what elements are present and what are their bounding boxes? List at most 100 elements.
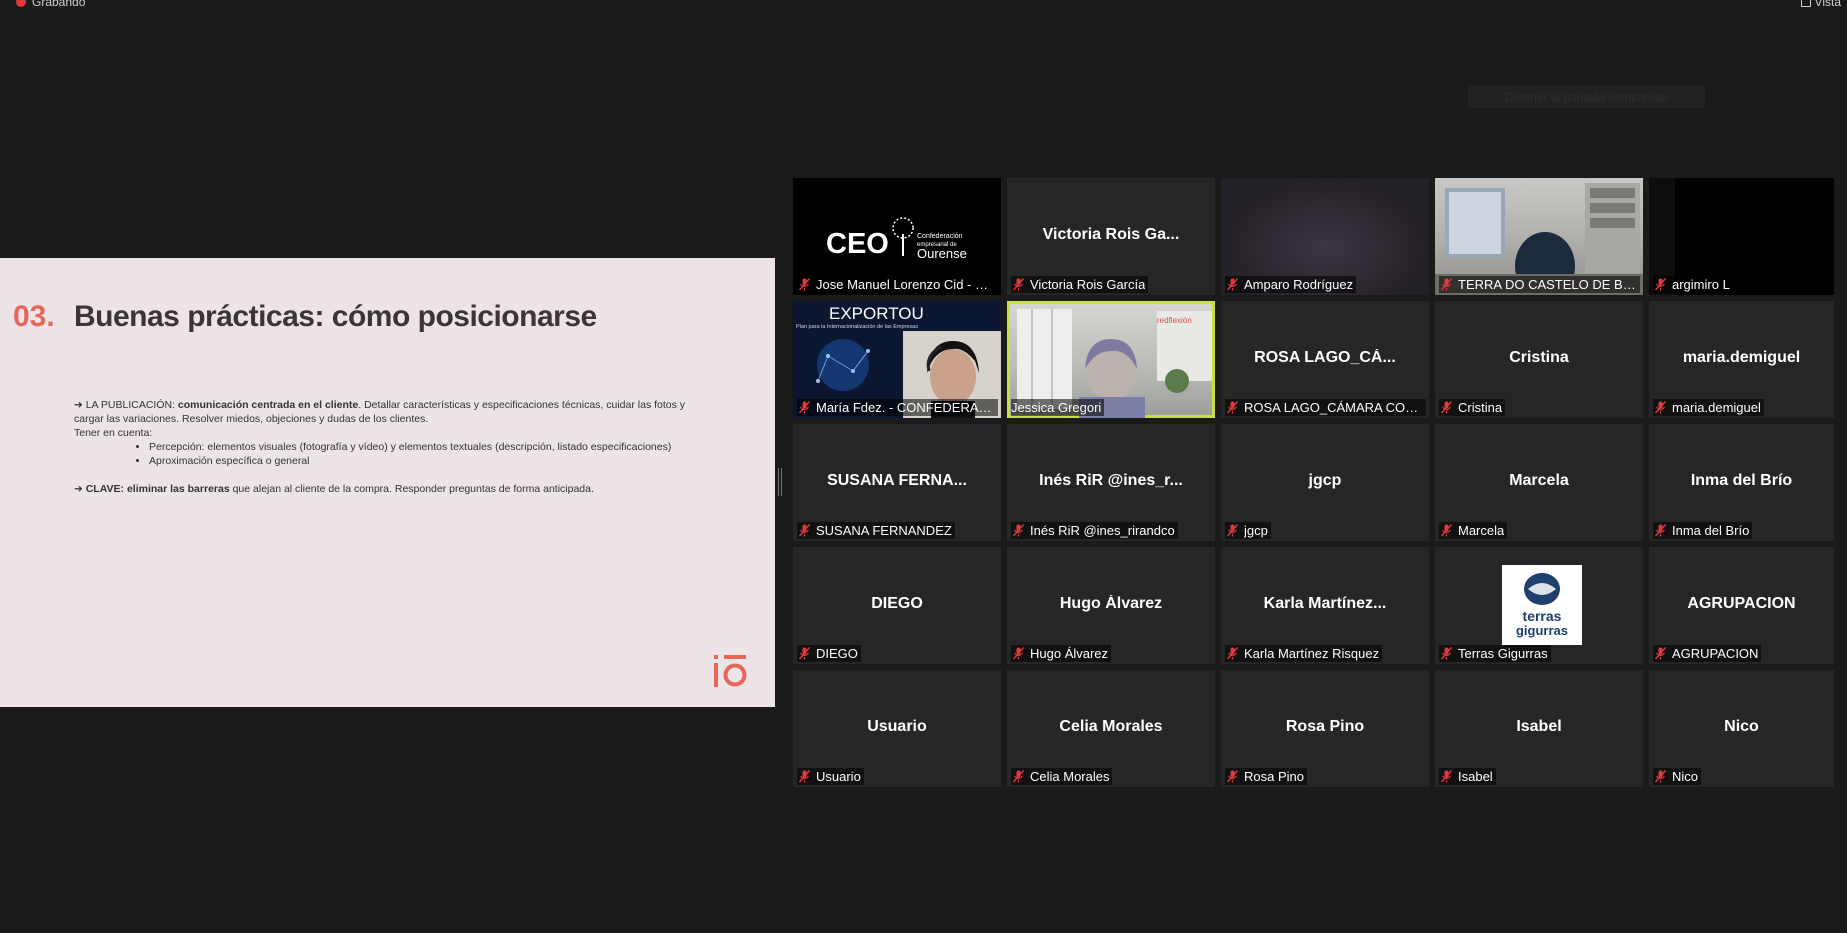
participant-display-name: maria.demiguel: [1682, 349, 1801, 366]
view-icon: [1800, 0, 1811, 7]
participant-name: argimiro L: [1653, 276, 1733, 293]
slide-number: 03.: [13, 300, 55, 333]
participant-tile[interactable]: Cristina Cristina: [1435, 301, 1643, 418]
slide-bullets: Percepción: elementos visuales (fotograf…: [74, 440, 694, 468]
participant-tile[interactable]: Isabel Isabel: [1435, 670, 1643, 787]
participant-display-name: Rosa Pino: [1285, 718, 1365, 735]
mic-muted-icon: [1227, 524, 1238, 537]
exportou-logo-sub: Plan para la Internacionalización de las…: [796, 324, 918, 330]
participant-tile[interactable]: Hugo Álvarez Hugo Álvarez: [1007, 547, 1215, 664]
participant-name: Inés RiR @ines_rirandco: [1011, 522, 1178, 539]
participant-display-name: Cristina: [1509, 349, 1569, 366]
recording-indicator[interactable]: Grabando: [16, 0, 85, 9]
participant-display-name: jgcp: [1308, 472, 1342, 489]
mic-muted-icon: [1013, 278, 1024, 291]
mic-muted-icon: [1655, 278, 1666, 291]
participant-display-name: Inés RiR @ines_r...: [1039, 472, 1183, 489]
slide-bullet: Aproximación específica o general: [149, 454, 694, 468]
participant-name: Cristina: [1439, 399, 1506, 416]
view-label: Vista: [1814, 0, 1841, 9]
participant-tile[interactable]: Karla Martínez... Karla Martínez Risquez: [1221, 547, 1429, 664]
io-logo: [712, 653, 748, 689]
participant-display-name: Inma del Brío: [1690, 472, 1793, 489]
participant-name: DIEGO: [797, 645, 861, 662]
participant-tile[interactable]: CEO Confederación empresarial de Ourense…: [793, 178, 1001, 295]
mic-muted-icon: [1655, 770, 1666, 783]
participant-display-name: Nico: [1724, 718, 1759, 735]
participant-tile[interactable]: Marcela Marcela: [1435, 424, 1643, 541]
slide-body: ➜ LA PUBLICACIÓN: comunicación centrada …: [74, 398, 694, 496]
participant-display-name: Victoria Rois Ga...: [1042, 226, 1180, 243]
slide-bullet: Percepción: elementos visuales (fotograf…: [149, 440, 694, 454]
mic-muted-icon: [1227, 401, 1238, 414]
participant-tile[interactable]: AGRUPACION AGRUPACION: [1649, 547, 1834, 664]
participant-name: Amparo Rodríguez: [1225, 276, 1357, 293]
participant-tile[interactable]: Inma del Brío Inma del Brío: [1649, 424, 1834, 541]
participant-name: SUSANA FERNANDEZ: [797, 522, 955, 539]
participant-name: Nico: [1653, 768, 1702, 785]
participant-tile[interactable]: Rosa Pino Rosa Pino: [1221, 670, 1429, 787]
view-button[interactable]: Vista: [1800, 0, 1841, 9]
participant-tile[interactable]: Celia Morales Celia Morales: [1007, 670, 1215, 787]
recording-icon: [16, 0, 26, 7]
participant-name: Marcela: [1439, 522, 1508, 539]
mic-muted-icon: [1441, 647, 1452, 660]
mic-muted-icon: [1655, 647, 1666, 660]
ceo-logo-text: CEO: [826, 228, 889, 260]
mic-muted-icon: [1441, 524, 1452, 537]
mic-muted-icon: [1441, 278, 1452, 291]
p1-prefix: ➜ LA PUBLICACIÓN:: [74, 399, 178, 411]
slide-paragraph-2: Tener en cuenta:: [74, 427, 153, 439]
recording-label: Grabando: [32, 0, 86, 9]
p3-rest: que alejan al cliente de la compra. Resp…: [229, 483, 594, 495]
participant-tile[interactable]: maria.demiguel maria.demiguel: [1649, 301, 1834, 418]
participant-tile[interactable]: EXPORTOU Plan para la Internacionalizaci…: [793, 301, 1001, 418]
slide-paragraph-3: ➜ CLAVE: eliminar las barreras que aleja…: [74, 482, 694, 496]
participant-name: AGRUPACION: [1653, 645, 1762, 662]
participant-display-name: Usuario: [867, 718, 927, 735]
participant-tile[interactable]: ROSA LAGO_CÁ... ROSA LAGO_CÁMARA COME...: [1221, 301, 1429, 418]
svg-text:terras: terras: [1523, 608, 1562, 624]
participant-tile-active-speaker[interactable]: redflexión Jessica Gregori: [1007, 301, 1215, 418]
participant-tile[interactable]: Victoria Rois Ga... Victoria Rois García: [1007, 178, 1215, 295]
mic-muted-icon: [1441, 770, 1452, 783]
participant-display-name: Karla Martínez...: [1263, 595, 1387, 612]
participant-tile[interactable]: Usuario Usuario: [793, 670, 1001, 787]
mic-muted-icon: [1227, 647, 1238, 660]
mic-muted-icon: [1655, 524, 1666, 537]
participant-display-name: Hugo Álvarez: [1059, 595, 1163, 612]
participant-tile[interactable]: DIEGO DIEGO: [793, 547, 1001, 664]
participant-name: Inma del Brío: [1653, 522, 1753, 539]
participant-name: Terras Gigurras: [1439, 645, 1551, 662]
mic-muted-icon: [1013, 647, 1024, 660]
mic-muted-icon: [799, 278, 810, 291]
participant-name: Celia Morales: [1011, 768, 1113, 785]
shared-slide: 03. Buenas prácticas: cómo posicionarse …: [0, 258, 775, 707]
participant-display-name: Marcela: [1509, 472, 1569, 489]
participant-tile[interactable]: argimiro L: [1649, 178, 1834, 295]
participant-name: Jessica Gregori: [1011, 399, 1105, 416]
participant-name: jgcp: [1225, 522, 1271, 539]
participant-display-name: AGRUPACION: [1687, 595, 1796, 612]
participant-tile[interactable]: Amparo Rodríguez: [1221, 178, 1429, 295]
mic-muted-icon: [799, 647, 810, 660]
mic-muted-icon: [1013, 524, 1024, 537]
stop-share-banner[interactable]: Detener la pantalla compartida: [1468, 86, 1705, 108]
terras-gigurras-logo: terras gigurras: [1502, 565, 1582, 645]
mic-muted-icon: [1655, 401, 1666, 414]
participant-name: Victoria Rois García: [1011, 276, 1149, 293]
resize-handle[interactable]: [778, 468, 782, 496]
mic-muted-icon: [1227, 770, 1238, 783]
participant-tile[interactable]: SUSANA FERNA... SUSANA FERNANDEZ: [793, 424, 1001, 541]
slide-paragraph-1: ➜ LA PUBLICACIÓN: comunicación centrada …: [74, 398, 694, 426]
participant-display-name: Celia Morales: [1059, 718, 1163, 735]
mic-muted-icon: [1227, 278, 1238, 291]
participant-display-name: ROSA LAGO_CÁ...: [1254, 349, 1396, 366]
participant-name: Usuario: [797, 768, 864, 785]
participant-name: TERRA DO CASTELO DE BEADE: [1439, 276, 1640, 293]
participant-tile[interactable]: Nico Nico: [1649, 670, 1834, 787]
participant-tile[interactable]: terras gigurras Terras Gigurras: [1435, 547, 1643, 664]
participant-tile[interactable]: jgcp jgcp: [1221, 424, 1429, 541]
participant-tile[interactable]: TERRA DO CASTELO DE BEADE: [1435, 178, 1643, 295]
participant-tile[interactable]: Inés RiR @ines_r... Inés RiR @ines_riran…: [1007, 424, 1215, 541]
